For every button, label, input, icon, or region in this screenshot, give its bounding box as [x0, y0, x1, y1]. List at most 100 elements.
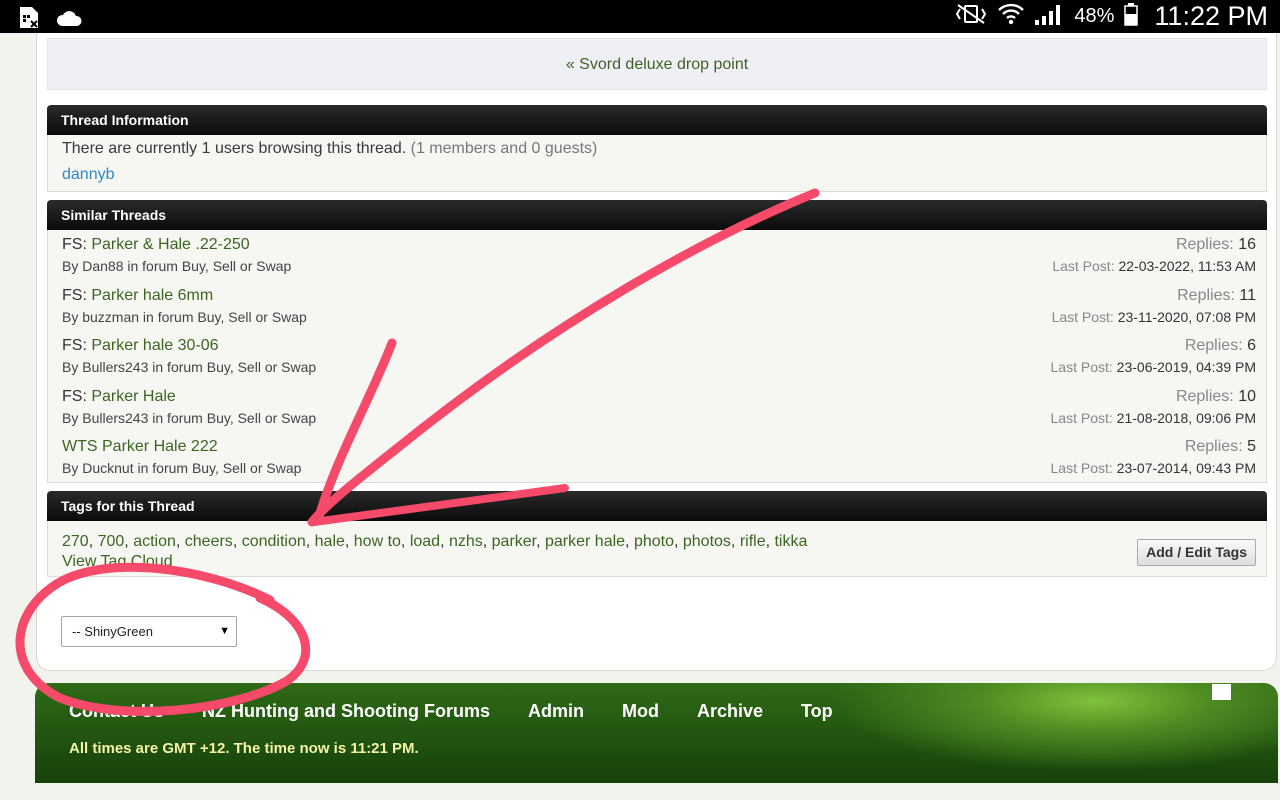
similar-thread-row: FS: Parker Hale By Bullers243 in forum Bu…: [62, 388, 1256, 438]
last-post-label: Last Post:: [1050, 409, 1113, 426]
thread-replies: Replies: 10: [1176, 388, 1256, 406]
tag-link[interactable]: parker hale: [545, 533, 625, 550]
replies-label: Replies:: [1175, 387, 1234, 405]
thread-title-line: FS: Parker & Hale .22-250: [62, 236, 250, 254]
tag-link[interactable]: photo: [634, 533, 674, 550]
thread-title-link[interactable]: Parker & Hale .22-250: [91, 236, 249, 253]
thread-replies: Replies: 6: [1185, 337, 1256, 355]
thread-prefix: FS:: [62, 337, 87, 354]
thread-info-body: There are currently 1 users browsing thi…: [47, 135, 1267, 192]
tag-link[interactable]: cheers: [185, 533, 233, 550]
thread-last-post: Last Post: 23-07-2014, 09:43 PM: [1051, 460, 1256, 476]
last-post-date: 21-08-2018, 09:06 PM: [1116, 409, 1256, 426]
add-edit-tags-button[interactable]: Add / Edit Tags: [1137, 539, 1256, 566]
thread-title-link[interactable]: Parker hale 30-06: [91, 337, 218, 354]
forum-footer: Contact Us NZ Hunting and Shooting Forums…: [35, 683, 1278, 783]
thread-prefix: FS:: [62, 236, 87, 253]
last-post-date: 23-07-2014, 09:43 PM: [1116, 460, 1256, 476]
signal-icon: [1034, 2, 1064, 31]
replies-label: Replies:: [1177, 286, 1235, 304]
thread-prefix: FS:: [62, 387, 87, 405]
footer-link[interactable]: Contact Us: [69, 701, 164, 722]
tag-link[interactable]: action: [133, 533, 176, 550]
thread-title-link[interactable]: Parker hale 6mm: [91, 287, 213, 304]
replies-count: 10: [1238, 387, 1256, 405]
wifi-icon: [998, 2, 1025, 31]
last-post-date: 23-11-2020, 07:08 PM: [1117, 308, 1256, 325]
style-chooser-value: -- ShinyGreen: [72, 624, 153, 639]
tag-link[interactable]: 700: [98, 533, 125, 550]
thread-byline: By Bullers243 in forum Buy, Sell or Swap: [62, 359, 317, 375]
tag-link[interactable]: load: [410, 533, 440, 550]
tag-link[interactable]: condition: [242, 533, 306, 550]
style-chooser-select[interactable]: -- ShinyGreen ▼: [61, 616, 237, 647]
thread-title-line: FS: Parker hale 6mm: [62, 287, 213, 305]
previous-thread-link[interactable]: Svord deluxe drop point: [579, 56, 748, 73]
footer-nav: Contact Us NZ Hunting and Shooting Forums…: [69, 701, 833, 722]
thread-title-link[interactable]: WTS Parker Hale 222: [62, 438, 218, 455]
thread-title-line: FS: Parker hale 30-06: [62, 337, 219, 355]
last-post-label: Last Post:: [1052, 258, 1115, 274]
tags-body: 270, 700, action, cheers, condition, hal…: [47, 521, 1267, 577]
thread-last-post: Last Post: 23-06-2019, 04:39 PM: [1051, 359, 1256, 375]
thread-byline: By buzzman in forum Buy, Sell or Swap: [62, 308, 307, 325]
tag-link[interactable]: photos: [683, 533, 731, 550]
dropdown-caret-icon: ▼: [219, 625, 230, 637]
browsing-count: There are currently 1 users browsing thi…: [62, 140, 407, 157]
browsing-user-link[interactable]: dannyb: [62, 166, 115, 184]
footer-link[interactable]: Mod: [622, 701, 659, 722]
thread-replies: Replies: 16: [1176, 236, 1256, 254]
tag-link[interactable]: nzhs: [449, 533, 483, 550]
footer-square-icon: [1212, 684, 1231, 700]
thread-title-link[interactable]: Parker Hale: [91, 388, 175, 405]
footer-link[interactable]: Archive: [697, 701, 763, 722]
replies-label: Replies:: [1175, 236, 1234, 253]
cloud-icon: [56, 9, 82, 32]
timezone-notice: All times are GMT +12. The time now is 1…: [69, 740, 419, 757]
tag-link[interactable]: hale: [315, 533, 345, 550]
sim-card-icon: [18, 6, 40, 35]
replies-label: Replies:: [1184, 438, 1243, 455]
footer-link[interactable]: Top: [801, 701, 833, 722]
last-post-date: 22-03-2022, 11:53 AM: [1118, 258, 1256, 274]
tag-link[interactable]: how to: [354, 533, 401, 550]
status-bar: 48% 11:22 PM: [0, 0, 1280, 33]
tag-link[interactable]: rifle: [740, 533, 766, 550]
mute-vibrate-icon: [954, 3, 988, 30]
clock: 11:22 PM: [1154, 1, 1268, 31]
thread-byline: By Ducknut in forum Buy, Sell or Swap: [62, 460, 302, 476]
thread-prefix: FS:: [62, 286, 87, 304]
replies-count: 6: [1247, 337, 1256, 354]
tag-link[interactable]: 270: [62, 533, 89, 550]
tag-link[interactable]: parker: [492, 533, 536, 550]
tag-link[interactable]: tikka: [774, 533, 807, 550]
thread-info-heading: Thread Information: [47, 105, 1267, 135]
previous-thread-nav[interactable]: « Svord deluxe drop point: [47, 38, 1267, 90]
last-post-label: Last Post:: [1051, 308, 1114, 325]
thread-byline: By Dan88 in forum Buy, Sell or Swap: [62, 258, 292, 274]
forum-content: « Svord deluxe drop point Thread Informa…: [36, 33, 1277, 671]
similar-threads-heading: Similar Threads: [47, 200, 1267, 230]
browsing-text: There are currently 1 users browsing thi…: [62, 140, 597, 158]
similar-thread-row: FS: Parker & Hale .22-250 By Dan88 in for…: [62, 236, 1256, 286]
browsing-detail: (1 members and 0 guests): [410, 140, 598, 157]
similar-thread-row: WTS Parker Hale 222 By Ducknut in forum B…: [62, 438, 1256, 488]
thread-last-post: Last Post: 22-03-2022, 11:53 AM: [1052, 258, 1256, 274]
replies-count: 5: [1247, 438, 1256, 455]
replies-count: 11: [1239, 286, 1256, 304]
thread-replies: Replies: 5: [1185, 438, 1256, 456]
battery-percent: 48%: [1074, 5, 1115, 27]
thread-title-line: FS: Parker Hale: [62, 388, 176, 406]
similar-thread-row: FS: Parker hale 6mm By buzzman in forum B…: [62, 287, 1256, 337]
bottom-strip: [0, 783, 1280, 800]
similar-thread-row: FS: Parker hale 30-06 By Bullers243 in fo…: [62, 337, 1256, 387]
last-post-date: 23-06-2019, 04:39 PM: [1116, 359, 1256, 375]
last-post-label: Last Post:: [1050, 359, 1113, 375]
thread-replies: Replies: 11: [1177, 287, 1256, 305]
thread-last-post: Last Post: 23-11-2020, 07:08 PM: [1052, 309, 1256, 325]
footer-link[interactable]: NZ Hunting and Shooting Forums: [202, 701, 490, 722]
view-tag-cloud-link[interactable]: View Tag Cloud: [62, 553, 173, 571]
replies-count: 16: [1238, 236, 1256, 253]
thread-last-post: Last Post: 21-08-2018, 09:06 PM: [1051, 410, 1256, 426]
footer-link[interactable]: Admin: [528, 701, 584, 722]
